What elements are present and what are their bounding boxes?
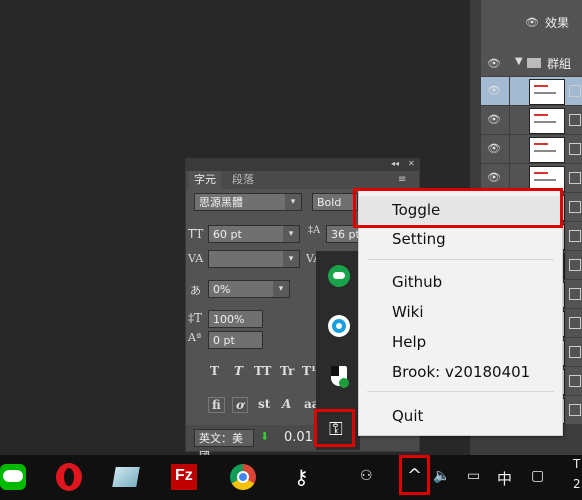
cloud-icon[interactable] <box>328 265 350 287</box>
layer-type-icon <box>569 230 581 242</box>
swash-button[interactable]: A <box>282 397 291 411</box>
layer-thumbnail <box>529 108 565 134</box>
ligature-button[interactable]: fi <box>208 397 225 413</box>
eye-icon[interactable]: 👁 <box>487 84 501 98</box>
clock-date[interactable]: 2 <box>573 477 581 491</box>
effects-label: 效果 <box>545 16 570 30</box>
shield-icon[interactable] <box>331 366 349 388</box>
tsume-icon: あ <box>190 284 201 297</box>
tab-paragraph[interactable]: 段落 <box>227 171 259 189</box>
ime-indicator[interactable]: 中 <box>497 468 512 489</box>
chrome-icon[interactable] <box>226 455 260 500</box>
panel-tabs: 字元 段落 ≡ <box>186 171 419 189</box>
layer-thumbnail <box>529 137 565 163</box>
lens-icon[interactable] <box>328 315 350 337</box>
baseline-shift-icon: Aª <box>188 331 202 344</box>
layer-type-icon <box>569 201 581 213</box>
layer-row[interactable]: 👁 <box>481 106 582 135</box>
close-icon[interactable]: ✕ <box>408 159 415 168</box>
layer-row[interactable]: 👁 <box>481 135 582 164</box>
superscript-button[interactable]: T¹ <box>302 364 316 378</box>
chevron-down-icon[interactable]: ▾ <box>283 226 299 242</box>
vertical-scale-field[interactable]: 100% <box>208 310 263 328</box>
layer-type-icon <box>569 85 581 97</box>
panel-menu-icon[interactable]: ≡ <box>398 174 406 185</box>
all-caps-button[interactable]: TT <box>254 364 271 378</box>
chevron-down-icon[interactable]: ▾ <box>283 251 299 267</box>
layer-thumbnail <box>529 79 565 105</box>
small-caps-button[interactable]: Tr <box>280 364 294 378</box>
eye-icon[interactable]: 👁 <box>525 16 539 29</box>
eye-icon[interactable]: 👁 <box>487 142 501 156</box>
menu-item-version[interactable]: Brook: v20180401 <box>359 358 562 386</box>
eye-icon[interactable]: 👁 <box>487 113 501 127</box>
volume-icon[interactable]: 🔈 <box>433 468 450 484</box>
menu-item-setting[interactable]: Setting <box>359 225 562 253</box>
line-icon[interactable] <box>0 455 30 500</box>
layer-group-row[interactable]: 👁 ▼ 群組 <box>481 50 582 77</box>
vertical-scale-icon: ‡T <box>188 311 203 325</box>
faux-bold-button[interactable]: T <box>210 364 219 378</box>
menu-item-github[interactable]: Github <box>359 268 562 296</box>
panel-titlebar: ◂◂ ✕ <box>186 159 419 171</box>
discretionary-ligature-button[interactable]: st <box>258 397 270 411</box>
highlight-key-tray-icon <box>314 409 355 447</box>
kerning-icon: VA <box>188 252 204 265</box>
layer-type-icon <box>569 172 581 184</box>
font-style-select[interactable]: Bold <box>312 193 358 211</box>
layer-effects-row[interactable]: 👁 效果 <box>481 0 582 51</box>
opera-icon[interactable] <box>52 455 86 500</box>
menu-item-wiki[interactable]: Wiki <box>359 298 562 326</box>
eye-icon[interactable]: 👁 <box>487 171 501 185</box>
menu-separator <box>367 391 554 392</box>
arrow-down-icon: ⬇ <box>260 430 270 443</box>
layer-type-icon <box>569 375 581 387</box>
menu-item-help[interactable]: Help <box>359 328 562 356</box>
layer-row[interactable]: 👁 <box>481 77 582 106</box>
clock-time[interactable]: T <box>573 457 580 471</box>
notes-icon[interactable] <box>108 455 142 500</box>
eye-icon[interactable]: 👁 <box>487 57 501 71</box>
layer-type-icon <box>569 288 581 300</box>
collapse-icon[interactable]: ◂◂ <box>391 159 399 168</box>
taskbar: Fz ⚷ ⚇ ^ 🔈 ▭ 中 ▢ T 2 <box>0 455 582 500</box>
layer-type-icon <box>569 114 581 126</box>
baseline-shift-field[interactable]: 0 pt <box>208 331 263 349</box>
chevron-down-icon[interactable]: ▾ <box>285 194 301 210</box>
layer-type-icon <box>569 259 581 271</box>
layer-type-icon <box>569 143 581 155</box>
faux-italic-button[interactable]: T <box>234 364 243 378</box>
highlight-toggle-item <box>353 188 563 228</box>
layer-type-icon <box>569 317 581 329</box>
key-app-icon[interactable]: ⚷ <box>286 455 316 500</box>
layer-type-icon <box>569 404 581 416</box>
menu-item-quit[interactable]: Quit <box>359 402 562 430</box>
menu-separator <box>367 259 554 260</box>
chevron-down-icon[interactable]: ▾ <box>273 281 289 297</box>
old-style-button[interactable]: ơ <box>232 397 249 413</box>
folder-icon <box>527 58 541 68</box>
chevron-up-icon[interactable]: ^ <box>407 465 422 486</box>
notification-icon[interactable]: ▢ <box>531 468 544 484</box>
people-icon[interactable]: ⚇ <box>360 468 373 484</box>
language-select[interactable]: 英文：美國 <box>194 429 254 463</box>
layer-type-icon <box>569 346 581 358</box>
leading-icon: ‡A <box>308 225 321 236</box>
font-size-icon: ꓔT <box>188 227 204 241</box>
value-preview: 0.01 <box>284 430 313 445</box>
tab-character[interactable]: 字元 <box>189 171 221 189</box>
expand-arrow-icon[interactable]: ▼ <box>515 56 523 67</box>
group-label: 群組 <box>547 57 572 71</box>
network-icon[interactable]: ▭ <box>467 468 480 484</box>
filezilla-icon[interactable]: Fz <box>166 455 200 500</box>
